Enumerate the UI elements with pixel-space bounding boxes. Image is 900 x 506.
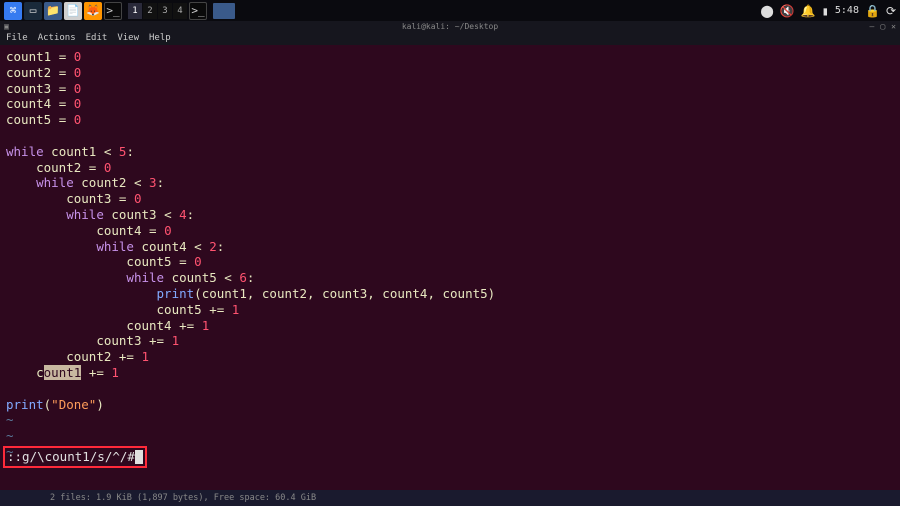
vim-command-line[interactable]: ::g/\count1/s/^/#: [3, 446, 147, 468]
code-line: count4 = 0: [6, 223, 894, 239]
file-manager-icon[interactable]: 📁: [44, 2, 62, 20]
power-icon[interactable]: ⟳: [886, 4, 896, 18]
terminal-editor[interactable]: count1 = 0count2 = 0count3 = 0count4 = 0…: [0, 45, 900, 490]
window-titlebar: ▣ kali@kali: ~/Desktop — ▢ ✕: [0, 21, 900, 31]
maximize-icon[interactable]: ▢: [880, 22, 885, 31]
running-app-icon[interactable]: [213, 3, 235, 19]
editor-icon[interactable]: 📄: [64, 2, 82, 20]
code-line: count2 = 0: [6, 65, 894, 81]
kali-menu-icon[interactable]: ⌘: [4, 2, 22, 20]
menu-edit[interactable]: Edit: [86, 33, 108, 43]
clock[interactable]: 5:48: [835, 5, 859, 16]
vim-command-text: ::g/\count1/s/^/#: [7, 449, 135, 465]
code-line: print(count1, count2, count3, count4, co…: [6, 286, 894, 302]
source-code: count1 = 0count2 = 0count3 = 0count4 = 0…: [6, 49, 894, 460]
code-line: count4 += 1: [6, 318, 894, 334]
code-line: [6, 381, 894, 397]
menu-file[interactable]: File: [6, 33, 28, 43]
code-line: print("Done"): [6, 397, 894, 413]
code-line: count3 += 1: [6, 333, 894, 349]
code-line: count3 = 0: [6, 191, 894, 207]
code-line: while count3 < 4:: [6, 207, 894, 223]
status-text: 2 files: 1.9 KiB (1,897 bytes), Free spa…: [50, 493, 316, 503]
firefox-icon[interactable]: 🦊: [84, 2, 102, 20]
running-terminal-icon[interactable]: >_: [189, 2, 207, 20]
code-line: while count4 < 2:: [6, 239, 894, 255]
minimize-icon[interactable]: —: [870, 22, 875, 31]
cursor: [135, 450, 143, 464]
code-line: ~: [6, 428, 894, 444]
workspace-3[interactable]: 3: [158, 3, 172, 19]
menubar: File Actions Edit View Help: [0, 31, 900, 45]
screen-icon[interactable]: ▭: [24, 2, 42, 20]
code-line: count4 = 0: [6, 96, 894, 112]
workspace-4[interactable]: 4: [173, 3, 187, 19]
window-title-text: kali@kali: ~/Desktop: [402, 22, 498, 31]
terminal-icon[interactable]: >_: [104, 2, 122, 20]
code-line: count1 += 1: [6, 365, 894, 381]
taskbar: ⌘ ▭ 📁 📄 🦊 >_ 1 2 3 4 >_ ⬤ 🔇 🔔 ▮ 5:48 🔒 ⟳: [0, 0, 900, 21]
code-line: count2 = 0: [6, 160, 894, 176]
notifications-icon[interactable]: 🔔: [801, 4, 816, 18]
workspace-1[interactable]: 1: [128, 3, 142, 19]
menu-help[interactable]: Help: [149, 33, 171, 43]
close-icon[interactable]: ✕: [891, 22, 896, 31]
record-icon[interactable]: ⬤: [760, 4, 773, 18]
code-line: while count5 < 6:: [6, 270, 894, 286]
statusbar: 2 files: 1.9 KiB (1,897 bytes), Free spa…: [0, 490, 900, 506]
mute-icon[interactable]: 🔇: [780, 4, 795, 18]
code-line: while count2 < 3:: [6, 175, 894, 191]
code-line: while count1 < 5:: [6, 144, 894, 160]
lock-icon[interactable]: 🔒: [865, 4, 880, 18]
menu-view[interactable]: View: [117, 33, 139, 43]
code-line: count5 = 0: [6, 112, 894, 128]
workspace-2[interactable]: 2: [143, 3, 157, 19]
code-line: count1 = 0: [6, 49, 894, 65]
code-line: count3 = 0: [6, 81, 894, 97]
code-line: count5 += 1: [6, 302, 894, 318]
code-line: [6, 128, 894, 144]
code-line: count5 = 0: [6, 254, 894, 270]
menu-actions[interactable]: Actions: [38, 33, 76, 43]
workspace-switcher: 1 2 3 4: [128, 3, 187, 19]
system-tray: ⬤ 🔇 🔔 ▮ 5:48 🔒 ⟳: [760, 4, 896, 18]
battery-icon: ▮: [822, 4, 829, 18]
code-line: count2 += 1: [6, 349, 894, 365]
window-app-icon: ▣: [4, 22, 9, 31]
code-line: ~: [6, 412, 894, 428]
